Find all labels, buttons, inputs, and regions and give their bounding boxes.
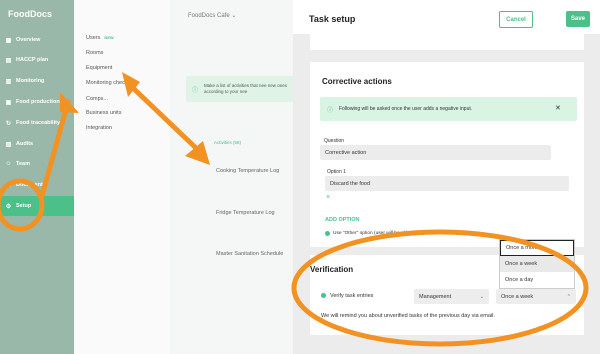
annotation-ellipse-verification — [291, 229, 589, 347]
annotation-overlay — [0, 72, 589, 347]
annotation-arrow-down — [130, 85, 199, 151]
annotation-arrowhead-right — [185, 141, 210, 165]
annotation-arrowhead-up — [60, 92, 79, 113]
annotation-arrow-up — [39, 99, 71, 199]
annotation-circle-setup — [0, 178, 45, 232]
